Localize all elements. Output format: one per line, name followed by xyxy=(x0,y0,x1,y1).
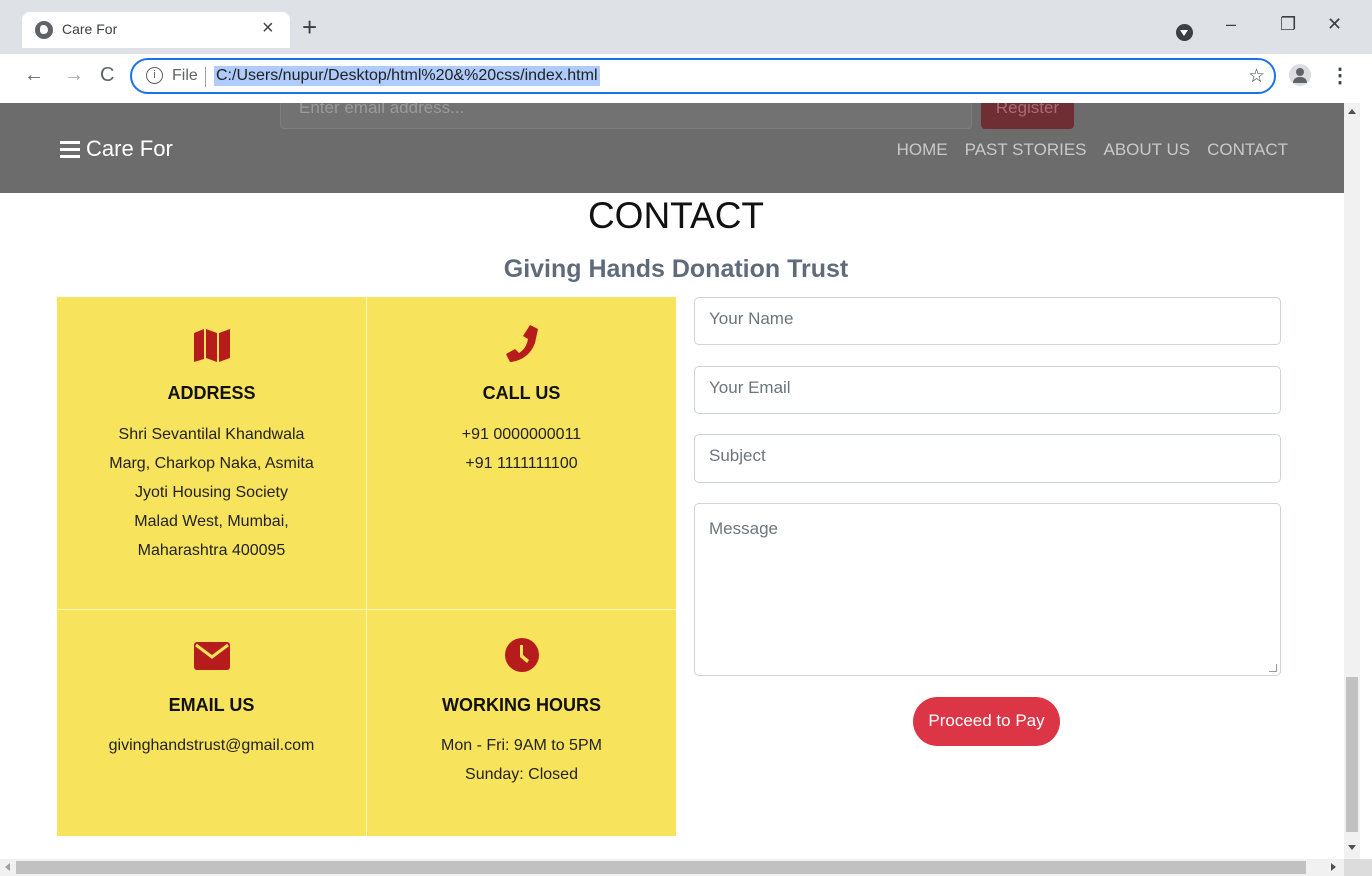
browser-tab[interactable]: Care For × xyxy=(22,12,290,48)
contact-info-grid: ADDRESS Shri Sevantilal Khandwala Marg, … xyxy=(57,297,676,836)
call-heading: CALL US xyxy=(482,383,561,403)
address-line: Shri Sevantilal Khandwala xyxy=(118,426,305,443)
bookmark-star-icon[interactable]: ☆ xyxy=(1248,65,1265,88)
envelope-icon xyxy=(57,642,366,678)
name-input[interactable]: Your Name xyxy=(694,297,1281,345)
url-text[interactable]: C:/Users/nupur/Desktop/html%20&%20css/in… xyxy=(214,66,600,86)
file-label: File xyxy=(172,67,198,84)
hamburger-icon[interactable] xyxy=(60,140,80,158)
email-placeholder: Your Email xyxy=(709,378,791,397)
back-icon[interactable]: ← xyxy=(24,64,44,87)
restore-button[interactable]: ❐ xyxy=(1280,14,1296,35)
scroll-left-icon[interactable] xyxy=(5,863,10,871)
address-bar-row: ← → C i File C:/Users/nupur/Desktop/html… xyxy=(0,54,1372,103)
minimize-button[interactable]: – xyxy=(1226,14,1236,35)
info-icon[interactable]: i xyxy=(146,67,163,84)
phone-number[interactable]: +91 0000000011 xyxy=(367,420,676,449)
nav-contact[interactable]: CONTACT xyxy=(1207,140,1288,160)
email-input[interactable]: Your Email xyxy=(694,366,1281,414)
page-viewport: Enter email address... Register Care For… xyxy=(0,103,1344,859)
forward-icon[interactable]: → xyxy=(64,64,84,87)
page-subtitle: Giving Hands Donation Trust xyxy=(503,255,849,283)
window-edge xyxy=(1360,103,1372,859)
window-close-button[interactable]: ✕ xyxy=(1327,14,1342,35)
browser-menu-icon[interactable]: ⋮ xyxy=(1330,63,1350,88)
brand-logo[interactable]: Care For xyxy=(60,136,173,162)
globe-icon xyxy=(35,21,53,39)
site-header: Enter email address... Register Care For… xyxy=(0,103,1344,193)
map-icon xyxy=(57,327,366,363)
omnibox-separator xyxy=(205,67,206,87)
message-textarea[interactable]: Message xyxy=(694,503,1281,676)
scroll-down-icon[interactable] xyxy=(1348,845,1356,850)
address-line: Malad West, Mumbai, xyxy=(134,513,289,530)
address-line: Marg, Charkop Naka, Asmita xyxy=(109,455,314,472)
vertical-scroll-thumb[interactable] xyxy=(1346,677,1358,832)
address-line: Jyoti Housing Society xyxy=(135,484,288,501)
newsletter-email-placeholder: Enter email address... xyxy=(299,103,465,117)
phone-icon xyxy=(367,323,676,362)
profile-avatar-icon[interactable] xyxy=(1289,64,1311,86)
hours-heading: WORKING HOURS xyxy=(442,695,601,715)
message-placeholder: Message xyxy=(709,519,778,538)
reload-icon[interactable]: C xyxy=(100,64,114,87)
browser-chrome: Care For × + – ❐ ✕ ← → C i File C:/Users… xyxy=(0,0,1372,103)
tab-title: Care For xyxy=(62,21,118,37)
nav-past-stories[interactable]: PAST STORIES xyxy=(965,140,1087,160)
email-address[interactable]: givinghandstrust@gmail.com xyxy=(57,731,366,760)
address-heading: ADDRESS xyxy=(167,383,256,403)
email-heading: EMAIL US xyxy=(168,695,255,715)
omnibox[interactable]: i File C:/Users/nupur/Desktop/html%20&%2… xyxy=(130,58,1276,94)
name-placeholder: Your Name xyxy=(709,309,794,328)
resize-handle-icon[interactable] xyxy=(1269,664,1277,672)
hours-card: WORKING HOURS Mon - Fri: 9AM to 5PM Sund… xyxy=(367,610,676,836)
main-nav: HOME PAST STORIES ABOUT US CONTACT xyxy=(897,140,1288,160)
hours-line: Mon - Fri: 9AM to 5PM xyxy=(441,737,602,754)
address-line: Maharashtra 400095 xyxy=(137,542,286,559)
brand-name: Care For xyxy=(86,136,173,161)
vertical-scrollbar[interactable] xyxy=(1344,103,1360,859)
subject-input[interactable]: Subject xyxy=(694,434,1281,483)
hours-line: Sunday: Closed xyxy=(465,766,578,783)
address-card: ADDRESS Shri Sevantilal Khandwala Marg, … xyxy=(57,297,366,609)
phone-number[interactable]: +91 1111111100 xyxy=(367,449,676,478)
nav-about-us[interactable]: ABOUT US xyxy=(1104,140,1191,160)
extension-icon[interactable] xyxy=(1176,24,1193,41)
scrollbar-corner xyxy=(1344,859,1372,876)
horizontal-scrollbar[interactable] xyxy=(0,859,1344,876)
new-tab-button[interactable]: + xyxy=(302,14,317,40)
newsletter-email-input[interactable]: Enter email address... xyxy=(280,103,972,129)
call-card: CALL US +91 0000000011 +91 1111111100 xyxy=(367,297,676,609)
email-card: EMAIL US givinghandstrust@gmail.com xyxy=(57,610,366,836)
scroll-up-icon[interactable] xyxy=(1348,109,1356,114)
tab-close-icon[interactable]: × xyxy=(262,17,274,40)
nav-home[interactable]: HOME xyxy=(897,140,948,160)
page-title: CONTACT xyxy=(587,195,765,236)
scroll-right-icon[interactable] xyxy=(1331,863,1336,871)
subject-placeholder: Subject xyxy=(709,446,766,465)
register-button[interactable]: Register xyxy=(981,103,1074,129)
horizontal-scroll-thumb[interactable] xyxy=(16,861,1306,874)
clock-icon xyxy=(367,637,676,673)
proceed-to-pay-button[interactable]: Proceed to Pay xyxy=(913,697,1060,746)
